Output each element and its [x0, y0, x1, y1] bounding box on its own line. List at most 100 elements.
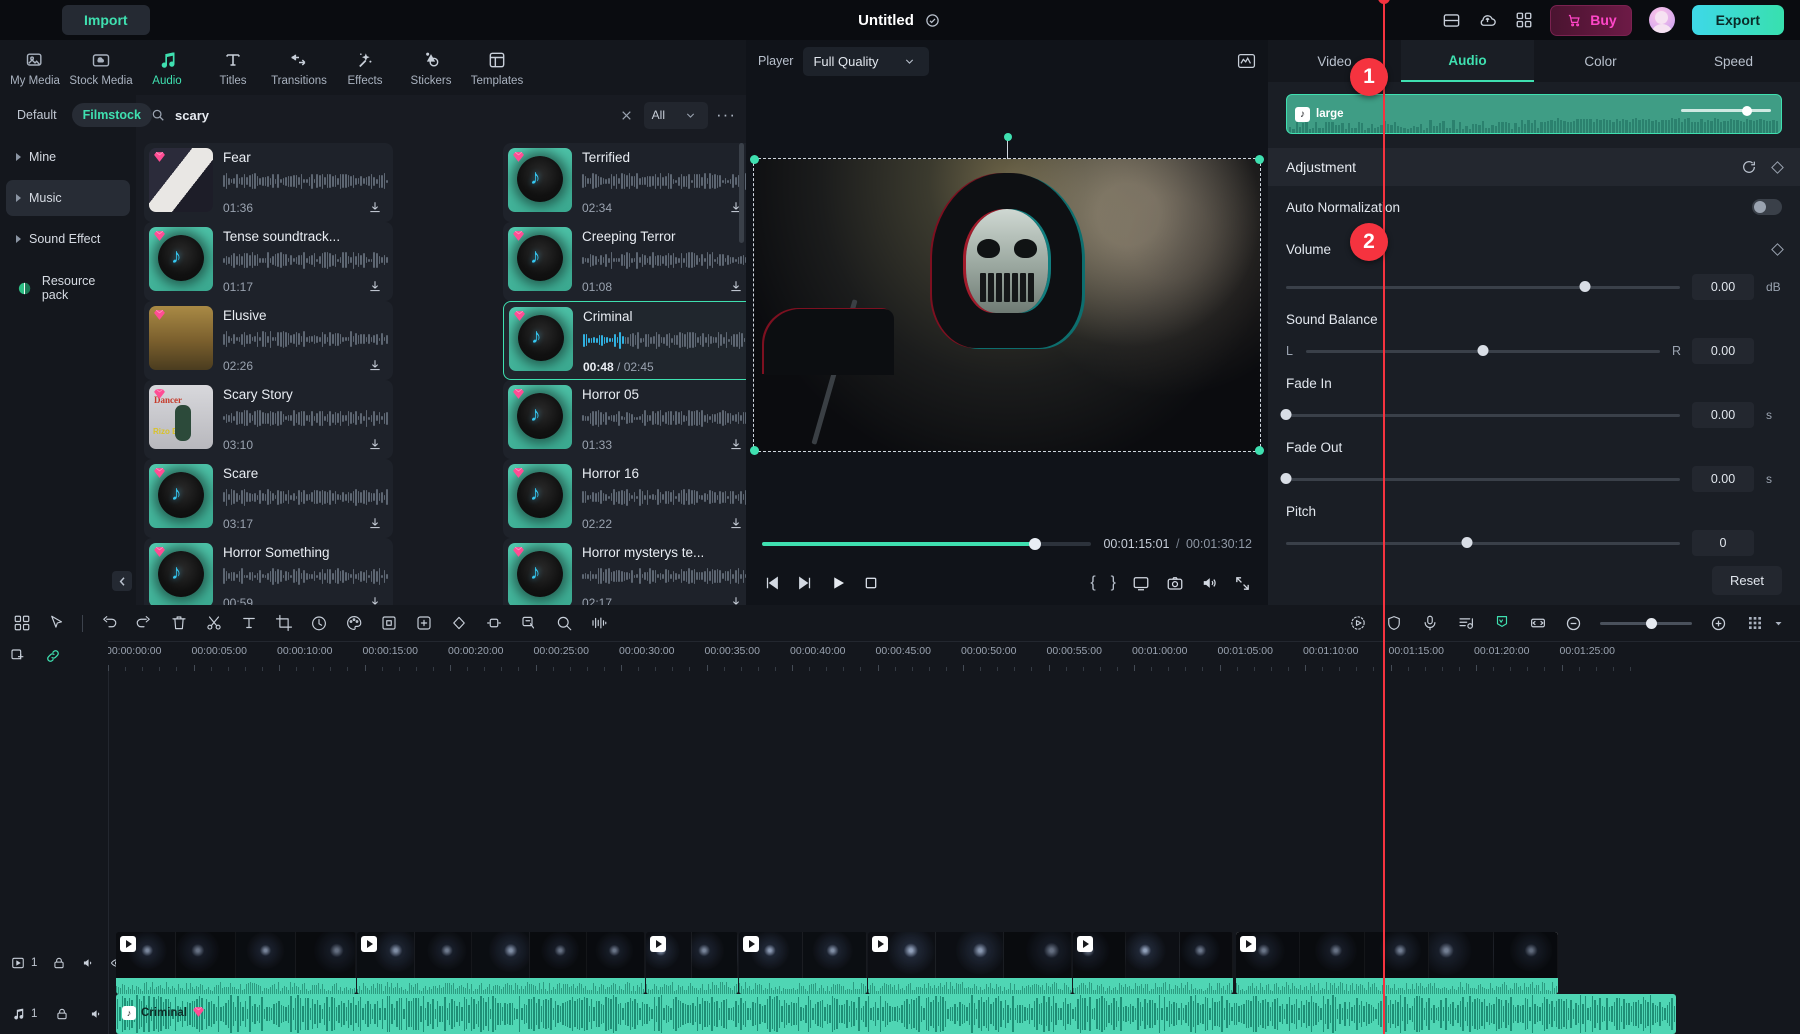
- segment-default[interactable]: Default: [6, 103, 68, 127]
- stabilize-button[interactable]: [1384, 614, 1403, 633]
- waveform-scope-icon[interactable]: [1237, 52, 1256, 71]
- media-card[interactable]: ♪Horror 0501:33: [503, 380, 746, 459]
- video-clip[interactable]: [868, 932, 1072, 994]
- mark-out-button[interactable]: }: [1111, 574, 1116, 592]
- seek-knob[interactable]: [1029, 538, 1041, 550]
- video-clip[interactable]: [357, 932, 645, 994]
- expand-arrows-icon[interactable]: [1233, 574, 1252, 593]
- add-track-icon[interactable]: [8, 647, 27, 666]
- search-input[interactable]: scary: [175, 108, 209, 123]
- download-icon[interactable]: [726, 435, 745, 454]
- sound-balance-value[interactable]: 0.00: [1692, 338, 1754, 364]
- tab-stock-media[interactable]: Stock Media: [68, 49, 134, 87]
- video-clip[interactable]: [1073, 932, 1233, 994]
- ai-tools-button[interactable]: [1348, 614, 1367, 633]
- tab-color[interactable]: Color: [1534, 40, 1667, 82]
- render-bar-button[interactable]: [1745, 614, 1788, 633]
- media-card[interactable]: ♪Terrified02:34: [503, 143, 746, 222]
- mask-button[interactable]: [379, 614, 398, 633]
- media-list-scrollbar[interactable]: [739, 143, 744, 243]
- audio-levels-button[interactable]: [589, 614, 608, 633]
- audio-mixer-button[interactable]: [1456, 614, 1475, 633]
- resource-pack-item[interactable]: Resource pack: [6, 270, 130, 306]
- tab-titles[interactable]: Titles: [200, 49, 266, 87]
- timeline-ruler[interactable]: 00:00:00:0000:00:05:0000:00:10:0000:00:1…: [108, 641, 1800, 671]
- audio-clip[interactable]: ♪Criminal: [116, 994, 1676, 1034]
- delete-button[interactable]: [169, 614, 188, 633]
- tab-effects[interactable]: Effects: [332, 49, 398, 87]
- segment-filmstock[interactable]: Filmstock: [72, 103, 152, 127]
- redo-button[interactable]: [134, 614, 153, 633]
- link-icon[interactable]: [43, 647, 62, 666]
- download-icon[interactable]: [726, 277, 745, 296]
- auto-normalization-toggle[interactable]: [1752, 199, 1782, 215]
- motion-tracking-button[interactable]: [554, 614, 573, 633]
- lock-icon[interactable]: [52, 1005, 71, 1024]
- video-clip[interactable]: [646, 932, 738, 994]
- clip-volume-slider[interactable]: [1681, 109, 1771, 112]
- category-music[interactable]: Music: [6, 180, 130, 216]
- tab-templates[interactable]: Templates: [464, 49, 530, 87]
- stop-icon[interactable]: [861, 574, 880, 593]
- filter-all-dropdown[interactable]: All: [644, 102, 708, 129]
- media-card[interactable]: ♪Creeping Terror01:08: [503, 222, 746, 301]
- auto-caption-button[interactable]: [519, 614, 538, 633]
- lock-icon[interactable]: [52, 954, 66, 973]
- fit-to-timeline-button[interactable]: [1528, 614, 1547, 633]
- fade-out-slider[interactable]: [1286, 478, 1680, 481]
- fade-in-slider[interactable]: [1286, 414, 1680, 417]
- tab-my-media[interactable]: My Media: [2, 49, 68, 87]
- close-icon[interactable]: [617, 106, 636, 125]
- fade-out-value[interactable]: 0.00: [1692, 466, 1754, 492]
- import-button[interactable]: Import: [62, 5, 150, 35]
- add-marker-button[interactable]: [414, 614, 433, 633]
- media-card[interactable]: ♪Scare03:17: [144, 459, 393, 538]
- download-icon[interactable]: [365, 435, 384, 454]
- play-icon[interactable]: [828, 574, 847, 593]
- speaker-icon[interactable]: [81, 954, 95, 973]
- keyframe-button[interactable]: [449, 614, 468, 633]
- grid-apps-icon[interactable]: [1514, 11, 1533, 30]
- keyframe-diamond-icon[interactable]: [1771, 243, 1784, 256]
- media-card[interactable]: ♪Horror Something00:59: [144, 538, 393, 605]
- download-icon[interactable]: [365, 593, 384, 605]
- split-button[interactable]: [204, 614, 223, 633]
- tab-audio-properties[interactable]: Audio: [1401, 40, 1534, 82]
- reset-circular-icon[interactable]: [1739, 158, 1758, 177]
- camera-icon[interactable]: [1165, 574, 1184, 593]
- video-canvas[interactable]: [754, 159, 1260, 451]
- add-text-button[interactable]: [239, 614, 258, 633]
- download-icon[interactable]: [365, 277, 384, 296]
- pitch-slider[interactable]: [1286, 542, 1680, 545]
- speaker-icon[interactable]: [1199, 574, 1218, 593]
- video-track-body[interactable]: [108, 932, 1800, 994]
- reset-button[interactable]: Reset: [1712, 566, 1782, 595]
- media-card[interactable]: Elusive02:26: [144, 301, 393, 380]
- mark-in-button[interactable]: {: [1090, 574, 1095, 592]
- speaker-icon[interactable]: [86, 1005, 105, 1024]
- clip-waveform-strip[interactable]: ♪ large: [1268, 82, 1800, 148]
- freeze-frame-button[interactable]: [484, 614, 503, 633]
- more-horizontal-icon[interactable]: ···: [716, 110, 736, 120]
- video-clip[interactable]: [116, 932, 356, 994]
- download-icon[interactable]: [365, 356, 384, 375]
- avatar[interactable]: [1649, 7, 1675, 33]
- category-mine[interactable]: Mine: [6, 139, 130, 175]
- marker-panel-button[interactable]: [1492, 614, 1511, 633]
- presets-button[interactable]: [12, 614, 31, 633]
- pitch-value[interactable]: 0: [1692, 530, 1754, 556]
- video-clip[interactable]: [1236, 932, 1558, 994]
- collapse-sidebar-button[interactable]: [112, 571, 132, 591]
- download-icon[interactable]: [726, 514, 745, 533]
- fullscreen-icon[interactable]: [1131, 574, 1150, 593]
- media-card[interactable]: ♪Criminal00:48 / 02:45: [503, 301, 746, 380]
- speed-button[interactable]: [309, 614, 328, 633]
- download-icon[interactable]: [365, 198, 384, 217]
- select-tool-button[interactable]: [47, 614, 66, 633]
- crop-button[interactable]: [274, 614, 293, 633]
- download-icon[interactable]: [726, 593, 745, 605]
- media-card[interactable]: Fear01:36: [144, 143, 393, 222]
- fade-in-value[interactable]: 0.00: [1692, 402, 1754, 428]
- record-voiceover-button[interactable]: [1420, 614, 1439, 633]
- zoom-out-icon[interactable]: [1564, 614, 1583, 633]
